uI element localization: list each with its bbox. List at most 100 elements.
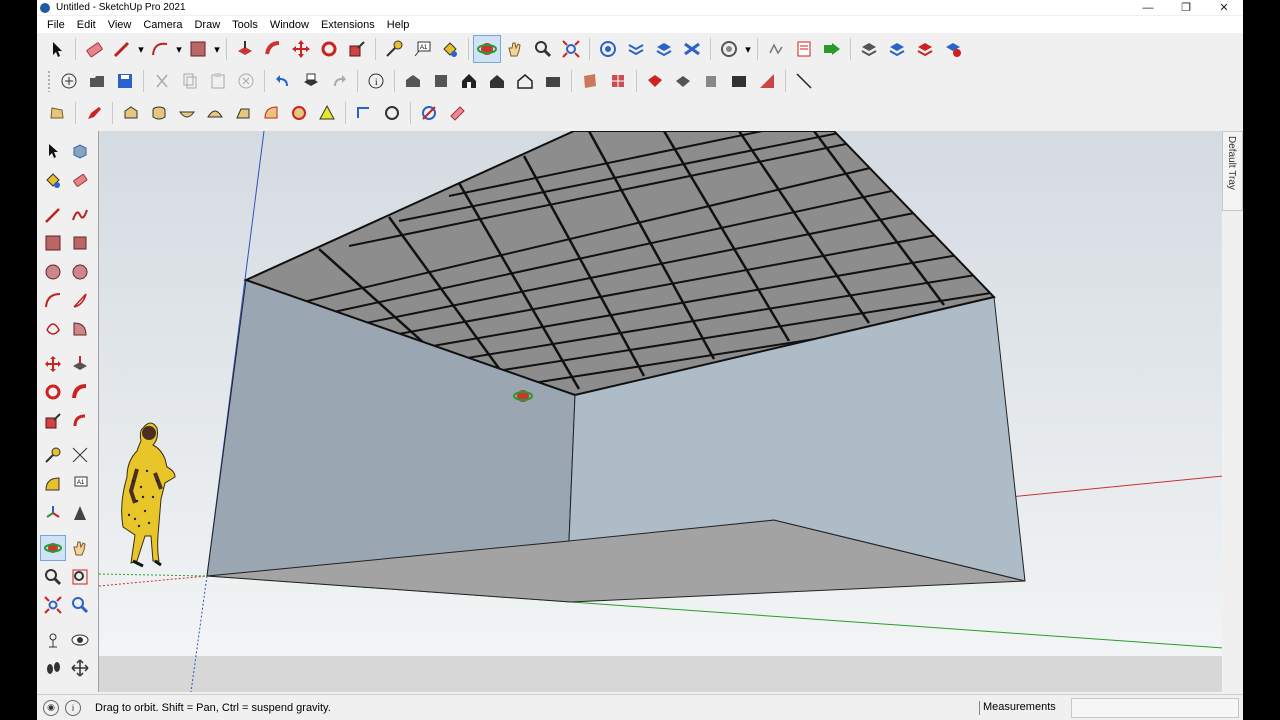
paint-bucket-icon[interactable] [436, 35, 464, 63]
restore-button[interactable]: ❐ [1167, 0, 1205, 15]
bowl-icon[interactable] [173, 99, 201, 127]
3d-text-icon[interactable] [67, 500, 93, 526]
extension-blue-icon[interactable] [939, 35, 967, 63]
geo-location-icon[interactable]: ◉ [43, 699, 59, 716]
menu-camera[interactable]: Camera [137, 19, 188, 31]
pie-icon[interactable] [67, 316, 93, 342]
follow-me-icon[interactable] [67, 379, 93, 405]
rotated-rect-icon[interactable] [67, 230, 93, 256]
offset-icon[interactable] [67, 408, 93, 434]
menu-file[interactable]: File [41, 19, 71, 31]
line-tool-icon[interactable] [790, 67, 818, 95]
measurements-input[interactable] [1071, 698, 1239, 718]
dimension-icon[interactable] [67, 442, 93, 468]
close-button[interactable]: ✕ [1205, 0, 1243, 15]
orbit-icon[interactable] [473, 35, 501, 63]
report-icon[interactable] [790, 35, 818, 63]
orbit-icon[interactable] [40, 535, 66, 561]
position-camera-icon[interactable] [40, 627, 66, 653]
gear-icon[interactable] [415, 99, 443, 127]
circle-icon[interactable] [40, 259, 66, 285]
move-icon[interactable] [40, 351, 66, 377]
minimize-button[interactable]: — [1129, 0, 1167, 15]
sphere-icon[interactable] [378, 99, 406, 127]
component-icon[interactable] [67, 138, 93, 164]
two-point-arc-icon[interactable] [67, 287, 93, 313]
drawing-viewport[interactable] [98, 131, 1222, 692]
warehouse-pin-icon[interactable] [43, 99, 71, 127]
save-icon[interactable] [111, 67, 139, 95]
pencil-line-icon[interactable] [108, 35, 136, 63]
model-info-icon[interactable]: i [362, 67, 390, 95]
menu-edit[interactable]: Edit [71, 19, 102, 31]
layout-icon[interactable] [818, 35, 846, 63]
walk-icon[interactable] [40, 655, 66, 681]
push-pull-icon[interactable] [67, 351, 93, 377]
front-view-icon[interactable] [455, 67, 483, 95]
right-view-icon[interactable] [483, 67, 511, 95]
styles-icon[interactable] [678, 35, 706, 63]
eraser-icon[interactable] [80, 35, 108, 63]
select-icon[interactable] [40, 138, 66, 164]
push-pull-icon[interactable] [231, 35, 259, 63]
menu-extensions[interactable]: Extensions [315, 19, 381, 31]
eraser-red-icon[interactable] [80, 99, 108, 127]
menu-help[interactable]: Help [381, 19, 416, 31]
extension-red-icon[interactable] [911, 35, 939, 63]
section-plane-icon[interactable] [753, 67, 781, 95]
zoom-extents-icon[interactable] [40, 592, 66, 618]
zoom-icon[interactable] [40, 564, 66, 590]
wireframe-icon[interactable] [604, 67, 632, 95]
previous-view-icon[interactable] [67, 592, 93, 618]
paint-bucket-icon[interactable] [40, 167, 66, 193]
rotate-icon[interactable] [40, 379, 66, 405]
menu-tools[interactable]: Tools [226, 19, 264, 31]
scale-icon[interactable] [343, 35, 371, 63]
sandbox-icon[interactable] [594, 35, 622, 63]
components-icon[interactable] [650, 35, 678, 63]
print-icon[interactable] [297, 67, 325, 95]
back-view-icon[interactable] [511, 67, 539, 95]
hidden-line-icon[interactable] [641, 67, 669, 95]
shaded-icon[interactable] [669, 67, 697, 95]
cylinder-icon[interactable] [145, 99, 173, 127]
solid-tools-icon[interactable] [622, 35, 650, 63]
section-icon[interactable] [67, 655, 93, 681]
prism-icon[interactable] [229, 99, 257, 127]
chevron-down-icon[interactable]: ▾ [174, 35, 184, 63]
zoom-icon[interactable] [529, 35, 557, 63]
extension-warehouse-icon[interactable] [883, 35, 911, 63]
torus-icon[interactable] [285, 99, 313, 127]
monochrome-icon[interactable] [725, 67, 753, 95]
menu-window[interactable]: Window [264, 19, 315, 31]
pan-icon[interactable] [67, 535, 93, 561]
extension-manager-icon[interactable] [855, 35, 883, 63]
redo-icon[interactable] [325, 67, 353, 95]
left-view-icon[interactable] [539, 67, 567, 95]
dome-icon[interactable] [201, 99, 229, 127]
copy-icon[interactable] [176, 67, 204, 95]
arc-cube-icon[interactable] [257, 99, 285, 127]
pan-icon[interactable] [501, 35, 529, 63]
chevron-down-icon[interactable]: ▾ [212, 35, 222, 63]
menu-draw[interactable]: Draw [188, 19, 226, 31]
open-icon[interactable] [83, 67, 111, 95]
zoom-extents-icon[interactable] [557, 35, 585, 63]
menu-view[interactable]: View [102, 19, 138, 31]
iso-view-icon[interactable] [399, 67, 427, 95]
xray-icon[interactable] [576, 67, 604, 95]
tape-measure-icon[interactable] [380, 35, 408, 63]
eraser-icon[interactable] [67, 167, 93, 193]
move-icon[interactable] [287, 35, 315, 63]
instructor-info-icon[interactable]: i [65, 699, 81, 716]
warehouse-icon[interactable] [762, 35, 790, 63]
arc-icon[interactable] [40, 287, 66, 313]
cut-icon[interactable] [148, 67, 176, 95]
tape-measure-icon[interactable] [40, 442, 66, 468]
look-around-icon[interactable] [67, 627, 93, 653]
chevron-down-icon[interactable]: ▾ [136, 35, 146, 63]
protractor-icon[interactable] [40, 471, 66, 497]
delete-icon[interactable] [232, 67, 260, 95]
search-icon[interactable] [715, 35, 743, 63]
zoom-window-icon[interactable] [67, 564, 93, 590]
